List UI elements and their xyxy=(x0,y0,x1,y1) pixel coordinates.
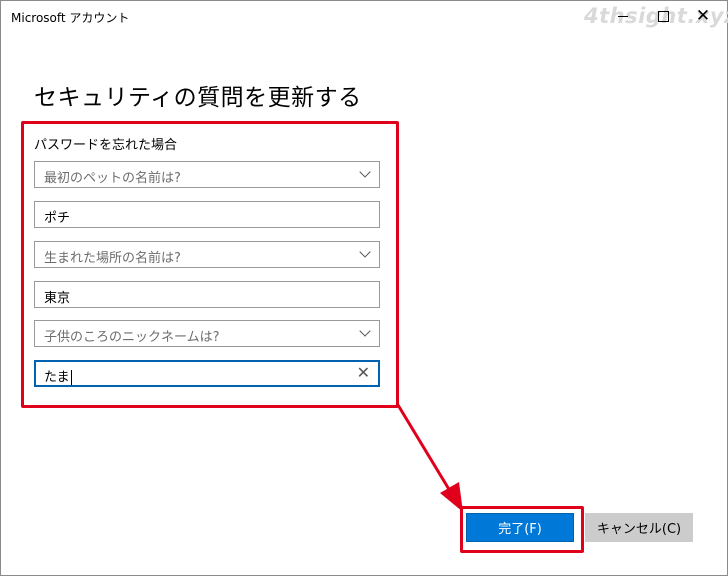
cancel-button[interactable]: キャンセル(C) xyxy=(585,513,693,542)
annotation-arrow xyxy=(396,404,463,512)
done-button[interactable]: 完了(F) xyxy=(466,513,574,542)
